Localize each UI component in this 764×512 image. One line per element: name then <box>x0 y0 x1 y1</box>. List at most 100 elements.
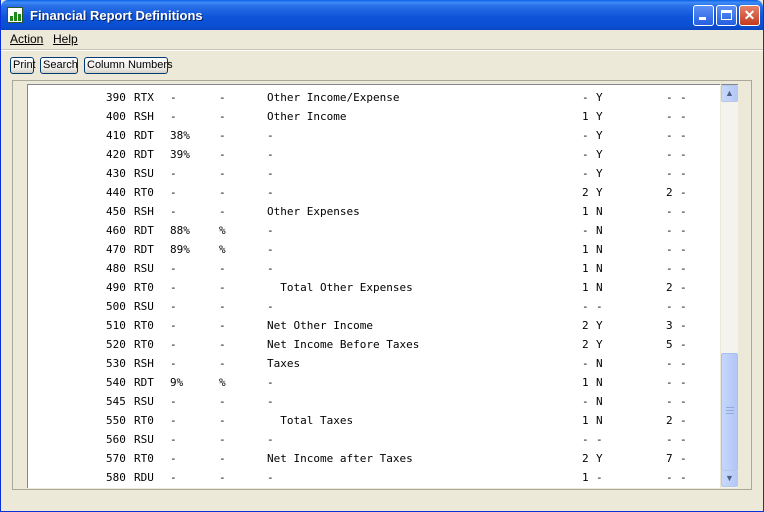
percent-2: - <box>219 395 226 408</box>
line-number: 550 <box>106 414 126 427</box>
line-number: 510 <box>106 319 126 332</box>
print-button[interactable]: Print <box>10 57 36 74</box>
table-row[interactable]: 470 RDT 89%% -1 N - - <box>28 240 720 259</box>
row-description: Other Income <box>267 110 347 123</box>
close-button[interactable]: ✕ <box>739 5 760 26</box>
table-row[interactable]: 530 RSH - - Taxes - N - - <box>28 354 720 373</box>
search-button[interactable]: Search <box>40 57 78 74</box>
row-type: RSU <box>134 433 154 446</box>
flag-yn: - <box>596 300 603 313</box>
flag-4: - <box>680 319 687 332</box>
scroll-thumb[interactable] <box>721 353 738 471</box>
row-type: RT0 <box>134 338 154 351</box>
row-type: RSH <box>134 205 154 218</box>
flag-3: - <box>666 243 673 256</box>
row-type: RSU <box>134 395 154 408</box>
flag-1: 2 <box>582 319 589 332</box>
table-row[interactable]: 450 RSH - - Other Expenses 1 N - - <box>28 202 720 221</box>
percent-1: - <box>170 167 177 180</box>
line-number: 430 <box>106 167 126 180</box>
line-number: 410 <box>106 129 126 142</box>
flag-4: - <box>680 414 687 427</box>
scroll-down-button[interactable]: ▼ <box>721 470 738 487</box>
line-number: 540 <box>106 376 126 389</box>
row-description: Other Income/Expense <box>267 91 400 104</box>
table-row[interactable]: 550 RT0- - Total Taxes 1 N 2- <box>28 411 720 430</box>
row-type: RT0 <box>134 281 154 294</box>
title-bar[interactable]: Financial Report Definitions ✕ <box>1 0 763 30</box>
table-row[interactable]: 560 RSU - - - - - - - <box>28 430 720 449</box>
table-row[interactable]: 580 RDU - - -1- - - <box>28 468 720 487</box>
percent-1: - <box>170 300 177 313</box>
flag-3: 2 <box>666 414 673 427</box>
flag-yn: Y <box>596 319 603 332</box>
table-row[interactable]: 390 RTX - - Other Income/Expense - Y - - <box>28 88 720 107</box>
row-description: Total Other Expenses <box>267 281 413 294</box>
flag-yn: N <box>596 243 603 256</box>
table-row[interactable]: 490 RT0- - Total Other Expenses 1 N 2- <box>28 278 720 297</box>
line-number: 470 <box>106 243 126 256</box>
maximize-icon <box>721 10 732 20</box>
table-row[interactable]: 500 RSU - - - - - - - <box>28 297 720 316</box>
flag-yn: N <box>596 205 603 218</box>
table-row[interactable]: 420 RDT 39% - - - Y - - <box>28 145 720 164</box>
flag-3: 2 <box>666 281 673 294</box>
row-description: Taxes <box>267 357 301 370</box>
row-type: RSH <box>134 110 154 123</box>
maximize-button[interactable] <box>716 5 737 26</box>
flag-4: - <box>680 224 687 237</box>
table-row[interactable]: 430 RSU - - - - Y - - <box>28 164 720 183</box>
flag-1: 1 <box>582 281 589 294</box>
flag-yn: N <box>596 262 603 275</box>
menu-action[interactable]: Action <box>10 32 43 46</box>
chevron-down-icon: ▼ <box>725 473 734 483</box>
flag-1: 1 <box>582 376 589 389</box>
column-numbers-button[interactable]: Column Numbers <box>84 57 173 74</box>
scroll-up-button[interactable]: ▲ <box>721 85 738 102</box>
line-number: 490 <box>106 281 126 294</box>
line-number: 580 <box>106 471 126 484</box>
table-row[interactable]: 440 RT0- - -2 Y 2- <box>28 183 720 202</box>
flag-3: - <box>666 224 673 237</box>
flag-1: - <box>582 91 589 104</box>
row-type: RSU <box>134 167 154 180</box>
minimize-button[interactable] <box>693 5 714 26</box>
line-number: 560 <box>106 433 126 446</box>
table-row[interactable]: 410 RDT 38% - - - Y - - <box>28 126 720 145</box>
table-row[interactable]: 400 RSH - - Other Income 1 Y - - <box>28 107 720 126</box>
table-row[interactable]: 545 RSU - - - - N - - <box>28 392 720 411</box>
table-row[interactable]: 520 RT0- - Net Income Before Taxes 2 Y 5- <box>28 335 720 354</box>
percent-1: - <box>170 91 177 104</box>
percent-1: - <box>170 281 177 294</box>
percent-2: - <box>219 414 226 427</box>
row-type: RSU <box>134 300 154 313</box>
row-type: RDU <box>134 471 154 484</box>
flag-3: - <box>666 148 673 161</box>
flag-yn: Y <box>596 452 603 465</box>
table-row[interactable]: 540 RDT 9%% -1 N - - <box>28 373 720 392</box>
line-number: 390 <box>106 91 126 104</box>
percent-2: - <box>219 452 226 465</box>
table-row[interactable]: 510 RT0- - Net Other Income 2 Y 3- <box>28 316 720 335</box>
vertical-scrollbar[interactable]: ▲ ▼ <box>721 84 738 488</box>
flag-1: - <box>582 433 589 446</box>
report-definition-list[interactable]: 390 RTX - - Other Income/Expense - Y - -400 RSH - -… <box>27 84 720 488</box>
flag-1: 2 <box>582 338 589 351</box>
flag-4: - <box>680 110 687 123</box>
menu-help[interactable]: Help <box>53 32 78 46</box>
percent-1: - <box>170 433 177 446</box>
flag-4: - <box>680 338 687 351</box>
flag-3: - <box>666 129 673 142</box>
flag-3: - <box>666 167 673 180</box>
flag-1: 1 <box>582 110 589 123</box>
percent-1: - <box>170 205 177 218</box>
row-description: - <box>267 243 274 256</box>
table-row[interactable]: 460 RDT 88%% - - N - - <box>28 221 720 240</box>
table-row[interactable]: 570 RT0- - Net Income after Taxes 2 Y 7- <box>28 449 720 468</box>
row-description: - <box>267 186 274 199</box>
flag-yn: Y <box>596 129 603 142</box>
minimize-icon <box>699 17 706 20</box>
percent-2: - <box>219 433 226 446</box>
flag-1: 1 <box>582 414 589 427</box>
table-row[interactable]: 480 RSU - - -1 N - - <box>28 259 720 278</box>
